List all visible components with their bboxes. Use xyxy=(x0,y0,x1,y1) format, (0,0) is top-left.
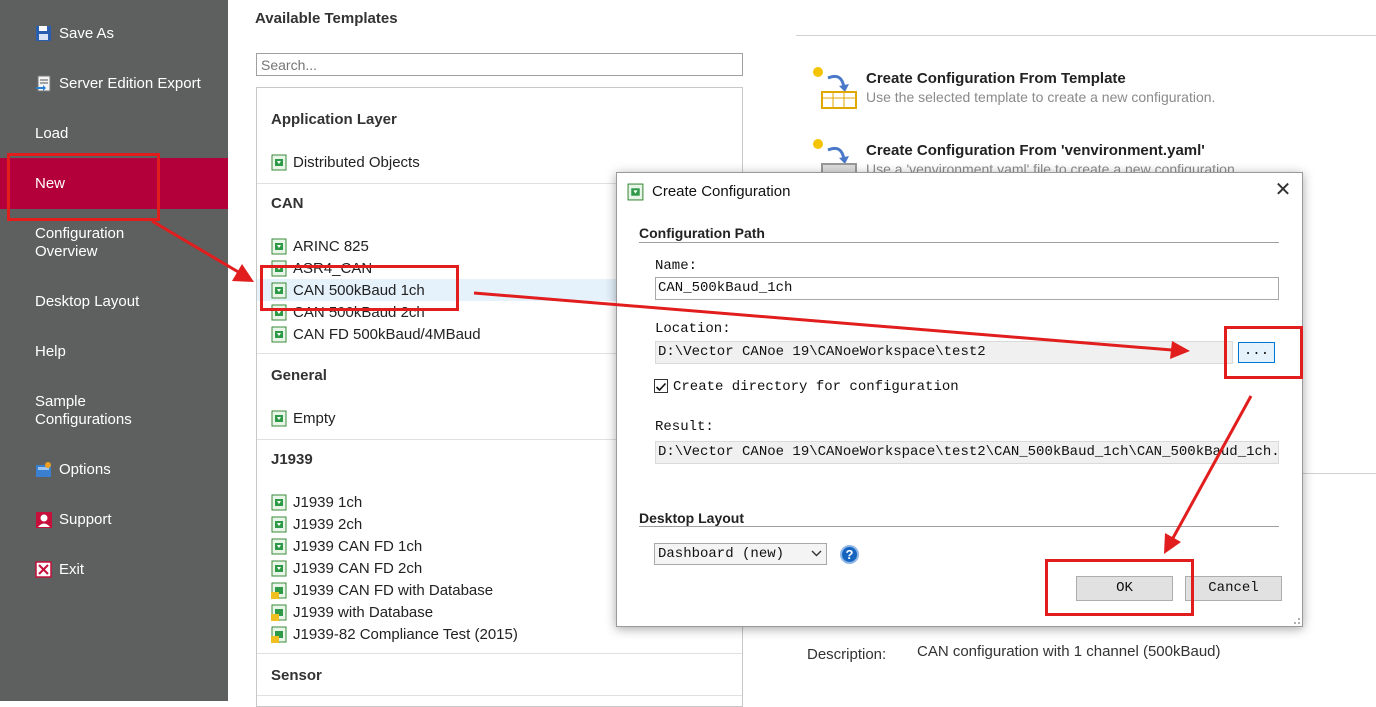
result-label: Result: xyxy=(655,419,714,435)
template-item-label: J1939 CAN FD with Database xyxy=(293,581,494,599)
template-icon xyxy=(271,560,288,577)
category-can: CAN xyxy=(271,195,304,212)
cancel-button[interactable]: Cancel xyxy=(1185,576,1282,601)
dialog-title: Create Configuration xyxy=(652,183,791,200)
floppy-disk-icon xyxy=(35,25,53,43)
template-database-icon xyxy=(271,604,288,621)
desktop-layout-heading: Desktop Layout xyxy=(639,510,745,526)
template-icon xyxy=(271,410,288,427)
annotation-box-ok xyxy=(1045,559,1194,616)
close-icon[interactable]: ✕ xyxy=(1272,179,1294,201)
sidebar: Save As Server Edition Export Load New C… xyxy=(0,0,228,701)
template-item-label: Empty xyxy=(293,409,336,427)
options-icon xyxy=(35,461,53,479)
category-divider xyxy=(257,653,742,654)
sidebar-item-exit[interactable]: Exit xyxy=(0,560,228,580)
sidebar-item-label: Options xyxy=(59,461,111,478)
template-item-label: J1939 2ch xyxy=(293,515,363,533)
sidebar-item-label: Configuration Overview xyxy=(35,225,125,260)
desktop-layout-value: Dashboard (new) xyxy=(658,546,785,562)
sidebar-item-label: Sample Configurations xyxy=(35,393,132,428)
create-configuration-dialog: Create Configuration ✕ Configuration Pat… xyxy=(616,172,1303,627)
template-item-label: J1939 CAN FD 2ch xyxy=(293,559,423,577)
description-label: Description: xyxy=(807,646,887,663)
sidebar-item-support[interactable]: Support xyxy=(0,510,228,530)
template-item-label: J1939 with Database xyxy=(293,603,434,621)
create-directory-checkbox[interactable] xyxy=(654,379,668,393)
template-icon xyxy=(271,516,288,533)
category-divider xyxy=(257,695,742,696)
section-divider xyxy=(639,242,1279,243)
annotation-arrowhead xyxy=(232,264,254,282)
create-directory-label[interactable]: Create directory for configuration xyxy=(673,379,959,395)
divider xyxy=(1302,473,1376,474)
template-item-label: CAN FD 500kBaud/4MBaud xyxy=(293,325,481,343)
exit-icon xyxy=(35,561,53,579)
template-item-label: J1939-82 Compliance Test (2015) xyxy=(293,625,518,643)
category-sensor: Sensor xyxy=(271,667,322,684)
sidebar-item-label: Load xyxy=(35,125,69,142)
sidebar-item-help[interactable]: Help xyxy=(0,342,228,362)
sidebar-item-configuration-overview[interactable]: Configuration Overview xyxy=(0,224,228,262)
export-icon xyxy=(35,75,53,93)
sidebar-item-sample-configurations[interactable]: Sample Configurations xyxy=(0,392,228,430)
sidebar-item-load[interactable]: Load xyxy=(0,124,228,144)
sidebar-item-desktop-layout[interactable]: Desktop Layout xyxy=(0,292,228,312)
template-icon xyxy=(271,494,288,511)
desktop-layout-select[interactable]: Dashboard (new) xyxy=(654,543,827,565)
template-icon xyxy=(271,238,288,255)
help-icon[interactable]: ? xyxy=(840,545,859,564)
template-database-icon xyxy=(271,626,288,643)
sidebar-item-options[interactable]: Options xyxy=(0,460,228,480)
template-database-icon xyxy=(271,582,288,599)
create-from-template-icon xyxy=(810,62,858,110)
sidebar-item-label: Exit xyxy=(59,561,85,578)
template-item-label: ARINC 825 xyxy=(293,237,369,255)
location-input[interactable]: D:\Vector CANoe 19\CANoeWorkspace\test2 xyxy=(655,341,1233,364)
action-title: Create Configuration From 'venvironment.… xyxy=(866,142,1205,159)
category-application-layer: Application Layer xyxy=(271,111,397,128)
resize-grip-icon[interactable] xyxy=(1291,615,1301,625)
description-value: CAN configuration with 1 channel (500kBa… xyxy=(917,643,1221,660)
dialog-app-icon xyxy=(627,183,645,201)
name-input[interactable]: CAN_500kBaud_1ch xyxy=(655,277,1279,300)
annotation-box-template xyxy=(260,265,459,311)
support-icon xyxy=(35,511,53,529)
checkmark-icon xyxy=(655,382,667,392)
category-general: General xyxy=(271,367,327,384)
template-icon xyxy=(271,154,288,171)
category-j1939: J1939 xyxy=(271,451,313,468)
section-divider xyxy=(639,526,1279,527)
template-icon xyxy=(271,538,288,555)
location-label: Location: xyxy=(655,321,731,337)
template-item-label: J1939 CAN FD 1ch xyxy=(293,537,423,555)
divider xyxy=(796,35,1376,36)
sidebar-item-label: Desktop Layout xyxy=(35,293,140,310)
template-item-label: Distributed Objects xyxy=(293,153,420,171)
template-icon xyxy=(271,326,288,343)
template-item-label: J1939 1ch xyxy=(293,493,363,511)
annotation-box-browse xyxy=(1224,326,1303,379)
templates-title: Available Templates xyxy=(255,10,398,27)
sidebar-item-save-as[interactable]: Save As xyxy=(0,24,228,44)
action-description: Use the selected template to create a ne… xyxy=(866,89,1216,105)
configuration-path-heading: Configuration Path xyxy=(639,225,765,241)
sidebar-item-label: Support xyxy=(59,511,112,528)
sidebar-item-server-edition-export[interactable]: Server Edition Export xyxy=(0,74,228,94)
sidebar-item-label: Help xyxy=(35,343,66,360)
template-search-input[interactable] xyxy=(256,53,743,76)
chevron-down-icon xyxy=(811,547,822,564)
sidebar-item-label: Server Edition Export xyxy=(59,75,201,92)
action-title: Create Configuration From Template xyxy=(866,70,1126,87)
sidebar-item-label: Save As xyxy=(59,25,115,42)
annotation-box-new xyxy=(7,153,160,221)
name-label: Name: xyxy=(655,258,698,274)
template-item[interactable]: Distributed Objects xyxy=(271,151,731,173)
result-field: D:\Vector CANoe 19\CANoeWorkspace\test2\… xyxy=(655,441,1279,464)
